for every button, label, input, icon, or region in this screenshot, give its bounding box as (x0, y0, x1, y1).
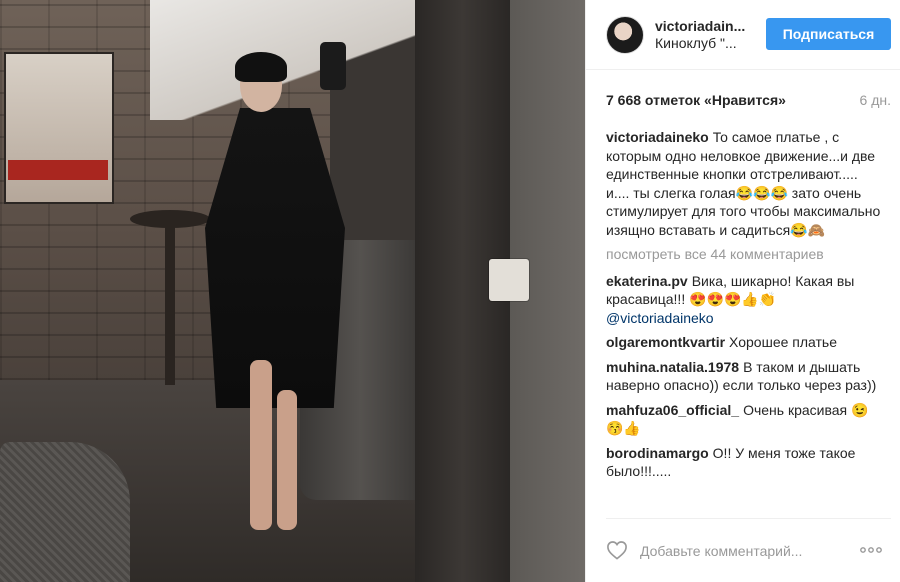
follow-button[interactable]: Подписаться (766, 18, 891, 50)
likes-count[interactable]: 7 668 отметок «Нравится» (606, 92, 786, 108)
location-link[interactable]: Киноклуб "... (655, 35, 775, 52)
post-sidebar: victoriadain... Киноклуб "... Подписатьс… (585, 0, 900, 582)
comment-item: ekaterina.pv Вика, шикарно! Какая вы крас… (606, 272, 882, 328)
heart-icon[interactable] (606, 540, 628, 560)
bar-table-leg (165, 225, 175, 385)
leg (250, 360, 272, 530)
instagram-post: victoriadain... Киноклуб "... Подписатьс… (0, 0, 900, 582)
more-options-icon[interactable] (859, 540, 883, 560)
post-time[interactable]: 6 дн. (860, 92, 891, 108)
movie-poster (4, 52, 114, 204)
black-dress (205, 108, 345, 408)
poster-strip (8, 160, 108, 180)
add-comment-input[interactable] (640, 540, 840, 562)
comment-item: mahfuza06_official_ Очень красивая 😉😚👍 (606, 401, 882, 438)
comments-list: victoriadaineko То самое платье , с котор… (606, 128, 882, 487)
comment-username[interactable]: mahfuza06_official_ (606, 402, 739, 418)
post-photo[interactable] (0, 0, 585, 582)
view-all-comments-link[interactable]: посмотреть все 44 комментариев (606, 245, 882, 264)
post-header: victoriadain... Киноклуб "... Подписатьс… (586, 0, 900, 70)
smartphone (320, 42, 346, 90)
mention-link[interactable]: @victoriadaineko (606, 310, 714, 326)
pouf (0, 442, 130, 582)
comment-username[interactable]: borodinamargo (606, 445, 709, 461)
username-link[interactable]: victoriadain... (655, 18, 775, 35)
comment-text: Хорошее платье (729, 334, 837, 350)
woman-figure (205, 42, 346, 530)
comment-item: borodinamargo О!! У меня тоже такое было!… (606, 444, 882, 481)
user-block: victoriadain... Киноклуб "... (655, 18, 775, 52)
comment-item: muhina.natalia.1978 В таком и дышать наве… (606, 358, 882, 395)
caption-text: То самое платье , с которым одно неловко… (606, 129, 881, 238)
leg (277, 390, 297, 530)
avatar[interactable] (606, 15, 644, 54)
caption: victoriadaineko То самое платье , с котор… (606, 128, 882, 239)
divider (606, 518, 891, 519)
comment-username[interactable]: ekaterina.pv (606, 273, 688, 289)
comment-username[interactable]: muhina.natalia.1978 (606, 359, 739, 375)
light-switch (489, 259, 529, 301)
hair (235, 52, 287, 82)
comment-username[interactable]: olgaremontkvartir (606, 334, 725, 350)
comment-item: olgaremontkvartir Хорошее платье (606, 333, 882, 352)
comment-username[interactable]: victoriadaineko (606, 129, 709, 145)
add-comment-row (606, 538, 891, 564)
likes-row: 7 668 отметок «Нравится» 6 дн. (606, 92, 891, 110)
